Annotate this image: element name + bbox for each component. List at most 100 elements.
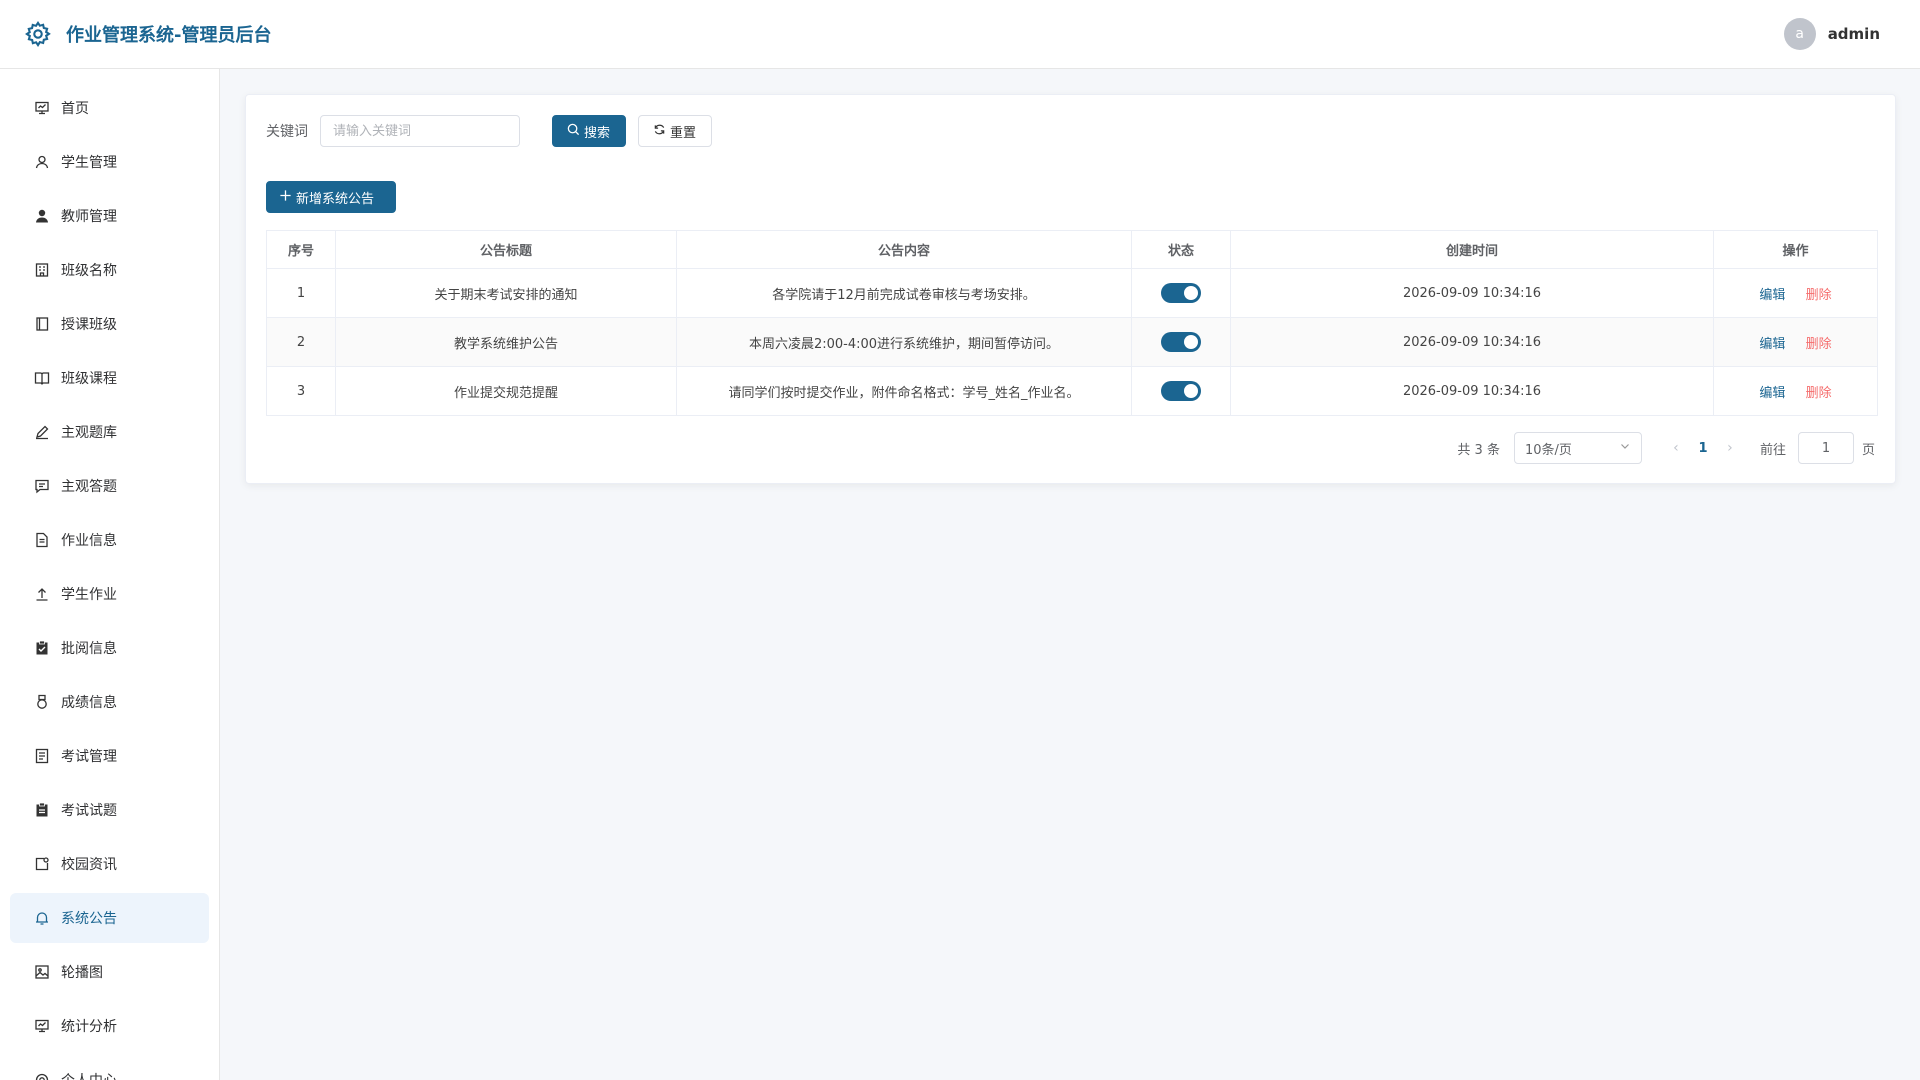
sidebar-item-label: 考试管理 bbox=[61, 749, 117, 765]
sidebar-item-label: 学生作业 bbox=[61, 587, 117, 603]
sidebar-item-label: 授课班级 bbox=[61, 317, 117, 333]
row-status bbox=[1131, 366, 1231, 416]
sidebar-item-home[interactable]: 首页 bbox=[10, 83, 209, 133]
sidebar-item-student-homework[interactable]: 学生作业 bbox=[10, 569, 209, 619]
page-size-select[interactable]: 10条/页 bbox=[1513, 432, 1642, 464]
sidebar-item-label: 考试试题 bbox=[61, 803, 117, 819]
settings-icon bbox=[33, 1071, 51, 1080]
row-created: 2026-09-09 10:34:16 bbox=[1230, 268, 1714, 318]
row-actions: 编辑 删除 bbox=[1713, 366, 1878, 416]
keyword-label: 关键词 bbox=[266, 124, 308, 140]
sidebar-item-label: 统计分析 bbox=[61, 1019, 117, 1035]
sidebar-item-label: 主观答题 bbox=[61, 479, 117, 495]
row-created: 2026-09-09 10:34:16 bbox=[1230, 366, 1714, 416]
row-created: 2026-09-09 10:34:16 bbox=[1230, 317, 1714, 367]
row-actions: 编辑 删除 bbox=[1713, 268, 1878, 318]
column-header-title[interactable]: 公告标题 bbox=[335, 230, 677, 269]
sidebar-item-courses[interactable]: 班级课程 bbox=[10, 353, 209, 403]
search-button[interactable]: 搜索 bbox=[552, 115, 626, 147]
delete-button[interactable]: 删除 bbox=[1806, 386, 1832, 401]
row-status bbox=[1131, 268, 1231, 318]
gear-icon bbox=[24, 20, 52, 48]
sidebar-item-label: 成绩信息 bbox=[61, 695, 117, 711]
row-actions: 编辑 删除 bbox=[1713, 317, 1878, 367]
clipboard-icon bbox=[33, 801, 51, 819]
message-icon bbox=[33, 477, 51, 495]
edit-button[interactable]: 编辑 bbox=[1759, 337, 1785, 352]
goto-label: 前往 bbox=[1759, 442, 1786, 458]
delete-button[interactable]: 删除 bbox=[1806, 288, 1832, 303]
sidebar-item-announcements[interactable]: 系统公告 bbox=[10, 893, 209, 943]
table-row: 1 关于期末考试安排的通知 各学院请于12月前完成试卷审核与考场安排。 2026… bbox=[266, 268, 1878, 318]
picture-icon bbox=[33, 963, 51, 981]
sidebar-item-classes[interactable]: 班级名称 bbox=[10, 245, 209, 295]
sidebar-item-teaching-classes[interactable]: 授课班级 bbox=[10, 299, 209, 349]
row-title: 关于期末考试安排的通知 bbox=[335, 268, 677, 318]
chevron-down-icon bbox=[1619, 440, 1631, 456]
edit-icon bbox=[33, 423, 51, 441]
sidebar-item-label: 首页 bbox=[61, 101, 89, 117]
sidebar-item-label: 批阅信息 bbox=[61, 641, 117, 657]
tickets-icon bbox=[33, 747, 51, 765]
row-content: 各学院请于12月前完成试卷审核与考场安排。 bbox=[676, 268, 1132, 318]
chart-icon bbox=[33, 1017, 51, 1035]
table-row: 2 教学系统维护公告 本周六凌晨2:00-4:00进行系统维护，期间暂停访问。 … bbox=[266, 317, 1878, 367]
sidebar-item-exam-questions[interactable]: 考试试题 bbox=[10, 785, 209, 835]
column-header-status[interactable]: 状态 bbox=[1131, 230, 1231, 269]
page-jump-input[interactable] bbox=[1797, 432, 1854, 464]
row-index: 2 bbox=[266, 317, 336, 367]
sidebar-item-label: 作业信息 bbox=[61, 533, 117, 549]
row-content: 本周六凌晨2:00-4:00进行系统维护，期间暂停访问。 bbox=[676, 317, 1132, 367]
avatar[interactable]: a bbox=[1783, 18, 1816, 50]
username[interactable]: admin bbox=[1828, 25, 1880, 43]
status-toggle[interactable] bbox=[1161, 283, 1201, 303]
status-toggle[interactable] bbox=[1161, 381, 1201, 401]
user-menu[interactable]: a admin bbox=[1783, 18, 1880, 50]
sidebar-item-statistics[interactable]: 统计分析 bbox=[10, 1001, 209, 1051]
checklist-icon bbox=[33, 639, 51, 657]
pagination: 共 3 条 10条/页 ‹ 1 › 前往 页 bbox=[1457, 432, 1875, 464]
sidebar-item-label: 教师管理 bbox=[61, 209, 117, 225]
next-page-icon[interactable]: › bbox=[1718, 440, 1742, 456]
keyword-input[interactable] bbox=[320, 115, 520, 147]
user-icon bbox=[33, 153, 51, 171]
notebook-icon bbox=[33, 315, 51, 333]
sidebar-item-teachers[interactable]: 教师管理 bbox=[10, 191, 209, 241]
sidebar-item-carousel[interactable]: 轮播图 bbox=[10, 947, 209, 997]
announcement-table: 序号 公告标题 公告内容 状态 创建时间 操作 1 关于期末考试安排的通知 各学… bbox=[266, 230, 1878, 416]
sidebar-item-review[interactable]: 批阅信息 bbox=[10, 623, 209, 673]
sidebar-item-students[interactable]: 学生管理 bbox=[10, 137, 209, 187]
column-header-created[interactable]: 创建时间 bbox=[1230, 230, 1714, 269]
page-number[interactable]: 1 bbox=[1688, 441, 1718, 456]
teacher-icon bbox=[33, 207, 51, 225]
table-header-row: 序号 公告标题 公告内容 状态 创建时间 操作 bbox=[266, 230, 1878, 269]
column-header-content[interactable]: 公告内容 bbox=[676, 230, 1132, 269]
home-icon bbox=[33, 99, 51, 117]
row-title: 教学系统维护公告 bbox=[335, 317, 677, 367]
reset-button-label: 重置 bbox=[670, 125, 697, 141]
add-announcement-button[interactable]: 新增系统公告 bbox=[266, 181, 396, 213]
top-header: 作业管理系统-管理员后台 a admin bbox=[0, 0, 1920, 69]
prev-page-icon[interactable]: ‹ bbox=[1664, 440, 1688, 456]
sidebar-item-question-bank[interactable]: 主观题库 bbox=[10, 407, 209, 457]
sidebar-item-answers[interactable]: 主观答题 bbox=[10, 461, 209, 511]
sidebar-item-profile[interactable]: 个人中心 bbox=[10, 1055, 209, 1080]
edit-button[interactable]: 编辑 bbox=[1759, 386, 1785, 401]
search-button-label: 搜索 bbox=[584, 125, 611, 141]
edit-button[interactable]: 编辑 bbox=[1759, 288, 1785, 303]
sidebar-item-homework-info[interactable]: 作业信息 bbox=[10, 515, 209, 565]
status-toggle[interactable] bbox=[1161, 332, 1201, 352]
delete-button[interactable]: 删除 bbox=[1806, 337, 1832, 352]
column-header-index[interactable]: 序号 bbox=[266, 230, 336, 269]
sidebar-item-grades[interactable]: 成绩信息 bbox=[10, 677, 209, 727]
sidebar-item-label: 轮播图 bbox=[61, 965, 103, 981]
row-content: 请同学们按时提交作业，附件命名格式：学号_姓名_作业名。 bbox=[676, 366, 1132, 416]
column-header-actions[interactable]: 操作 bbox=[1713, 230, 1878, 269]
sidebar-item-label: 班级名称 bbox=[61, 263, 117, 279]
plus-icon bbox=[279, 189, 292, 206]
row-status bbox=[1131, 317, 1231, 367]
reset-button[interactable]: 重置 bbox=[638, 115, 712, 147]
row-title: 作业提交规范提醒 bbox=[335, 366, 677, 416]
sidebar-item-campus-news[interactable]: 校园资讯 bbox=[10, 839, 209, 889]
sidebar-item-exams[interactable]: 考试管理 bbox=[10, 731, 209, 781]
